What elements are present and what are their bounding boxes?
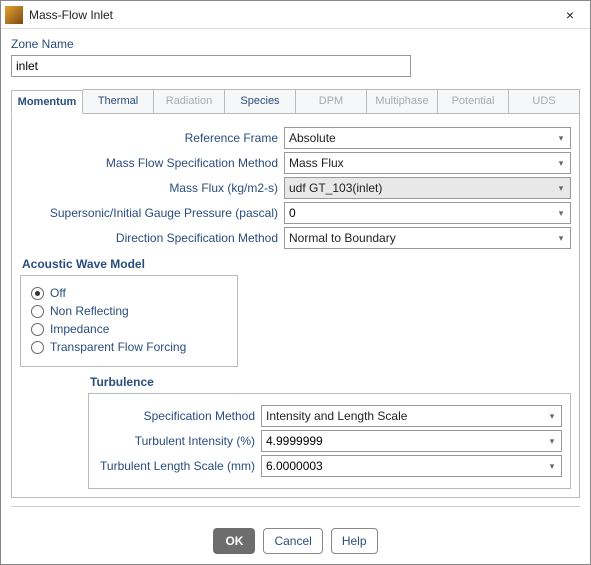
direction-spec-combo[interactable]: Normal to Boundary xyxy=(284,227,571,249)
acoustic-option-transparent[interactable]: Transparent Flow Forcing xyxy=(31,340,227,354)
turb-length-input[interactable] xyxy=(266,456,541,476)
cancel-button[interactable]: Cancel xyxy=(263,528,322,554)
reference-frame-label: Reference Frame xyxy=(20,131,284,145)
chevron-down-icon xyxy=(543,406,561,426)
turb-intensity-input[interactable] xyxy=(266,431,541,451)
mass-flux-value: udf GT_103(inlet) xyxy=(289,181,382,195)
chevron-down-icon xyxy=(552,228,570,248)
acoustic-option-off[interactable]: Off xyxy=(31,286,227,300)
chevron-down-icon xyxy=(543,431,561,451)
chevron-down-icon xyxy=(552,178,570,198)
mass-flow-spec-value: Mass Flux xyxy=(289,156,344,170)
zone-name-input[interactable] xyxy=(11,55,411,77)
close-icon[interactable]: × xyxy=(556,7,584,23)
acoustic-option-nonreflecting[interactable]: Non Reflecting xyxy=(31,304,227,318)
direction-spec-value: Normal to Boundary xyxy=(289,231,396,245)
gauge-pressure-field[interactable] xyxy=(284,202,571,224)
acoustic-option-label: Off xyxy=(50,286,66,300)
dialog-body: Zone Name Momentum Thermal Radiation Spe… xyxy=(1,29,590,517)
momentum-panel: Reference Frame Absolute Mass Flow Speci… xyxy=(11,113,580,498)
chevron-down-icon xyxy=(543,456,561,476)
direction-spec-label: Direction Specification Method xyxy=(20,231,284,245)
tab-potential: Potential xyxy=(438,89,509,113)
acoustic-option-label: Non Reflecting xyxy=(50,304,129,318)
app-icon xyxy=(5,6,23,24)
acoustic-option-label: Impedance xyxy=(50,322,109,336)
tab-multiphase: Multiphase xyxy=(367,89,438,113)
turb-intensity-field[interactable] xyxy=(261,430,562,452)
help-button[interactable]: Help xyxy=(331,528,378,554)
dialog-footer: OK Cancel Help xyxy=(1,528,590,554)
gauge-pressure-label: Supersonic/Initial Gauge Pressure (pasca… xyxy=(20,206,284,220)
turb-intensity-label: Turbulent Intensity (%) xyxy=(97,434,261,448)
turbulence-title: Turbulence xyxy=(90,375,571,389)
tab-dpm: DPM xyxy=(296,89,367,113)
radio-icon xyxy=(31,287,44,300)
chevron-down-icon xyxy=(552,153,570,173)
turb-length-label: Turbulent Length Scale (mm) xyxy=(97,459,261,473)
footer-divider xyxy=(11,506,580,507)
mass-flow-inlet-dialog: Mass-Flow Inlet × Zone Name Momentum The… xyxy=(0,0,591,565)
tab-momentum[interactable]: Momentum xyxy=(11,90,83,114)
titlebar: Mass-Flow Inlet × xyxy=(1,1,590,29)
mass-flux-label: Mass Flux (kg/m2-s) xyxy=(20,181,284,195)
acoustic-option-label: Transparent Flow Forcing xyxy=(50,340,186,354)
mass-flow-spec-combo[interactable]: Mass Flux xyxy=(284,152,571,174)
ok-button[interactable]: OK xyxy=(213,528,255,554)
mass-flow-spec-label: Mass Flow Specification Method xyxy=(20,156,284,170)
chevron-down-icon xyxy=(552,203,570,223)
radio-icon xyxy=(31,305,44,318)
turb-spec-combo[interactable]: Intensity and Length Scale xyxy=(261,405,562,427)
turbulence-group: Specification Method Intensity and Lengt… xyxy=(88,393,571,489)
acoustic-title: Acoustic Wave Model xyxy=(22,257,571,271)
radio-icon xyxy=(31,323,44,336)
radio-icon xyxy=(31,341,44,354)
tab-radiation: Radiation xyxy=(154,89,225,113)
window-title: Mass-Flow Inlet xyxy=(29,8,556,22)
gauge-pressure-input[interactable] xyxy=(289,203,550,223)
zone-name-label: Zone Name xyxy=(11,37,580,51)
tab-uds: UDS xyxy=(509,89,580,113)
turb-spec-value: Intensity and Length Scale xyxy=(266,409,407,423)
reference-frame-value: Absolute xyxy=(289,131,336,145)
tab-species[interactable]: Species xyxy=(225,89,296,113)
turbulence-section: Turbulence Specification Method Intensit… xyxy=(88,375,571,489)
acoustic-group: Off Non Reflecting Impedance Transparent… xyxy=(20,275,238,367)
chevron-down-icon xyxy=(552,128,570,148)
tabs: Momentum Thermal Radiation Species DPM M… xyxy=(11,89,580,113)
mass-flux-combo[interactable]: udf GT_103(inlet) xyxy=(284,177,571,199)
tab-thermal[interactable]: Thermal xyxy=(83,89,154,113)
turb-spec-label: Specification Method xyxy=(97,409,261,423)
acoustic-option-impedance[interactable]: Impedance xyxy=(31,322,227,336)
turb-length-field[interactable] xyxy=(261,455,562,477)
reference-frame-combo[interactable]: Absolute xyxy=(284,127,571,149)
